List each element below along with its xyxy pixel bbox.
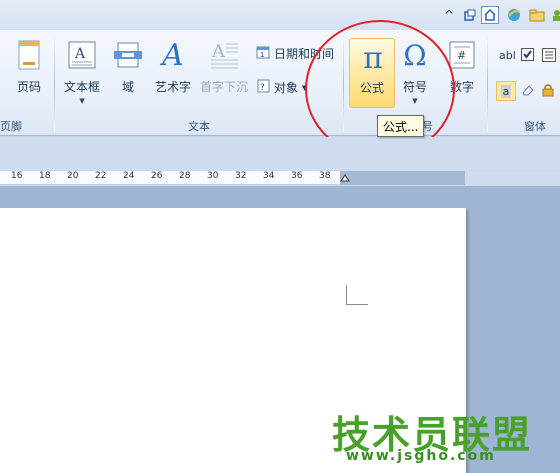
svg-text:?: ?: [260, 83, 265, 93]
watermark-url: www.jsgho.com: [346, 448, 496, 464]
field-label: 域: [121, 80, 134, 94]
ruler-tick-label: 28: [179, 171, 191, 181]
text-field-button[interactable]: abl: [499, 49, 516, 62]
dropcap-label: 首字下沉: [200, 80, 249, 94]
ruler-tick-label: 16: [11, 171, 23, 181]
svg-text:A: A: [74, 46, 86, 62]
textbox-button[interactable]: A 文本框 ▼: [64, 38, 100, 105]
footer-group-label: 页脚: [0, 120, 22, 133]
checkbox-icon: [521, 48, 534, 64]
ribbon-gap: [0, 137, 560, 170]
indent-marker-icon[interactable]: [340, 172, 350, 185]
eraser-button[interactable]: [521, 83, 535, 100]
group-separator: [54, 34, 55, 132]
dropcap-button[interactable]: A 首字下沉: [200, 38, 248, 95]
list-button[interactable]: [542, 48, 556, 65]
datetime-icon: 1: [256, 45, 270, 62]
field-icon: [111, 38, 145, 72]
page-number-label: 页码: [16, 80, 41, 94]
object-label: 对象: [274, 81, 299, 95]
ruler-tick-label: 22: [95, 171, 107, 181]
folder-icon[interactable]: [528, 6, 546, 24]
textbox-label: 文本框: [64, 80, 101, 94]
ruler-tick-label: 18: [39, 171, 51, 181]
title-bar: ^: [0, 0, 560, 30]
text-group-label: 文本: [188, 120, 210, 133]
lock-button[interactable]: [542, 83, 554, 100]
dropcap-icon: A: [207, 38, 241, 72]
svg-text:1: 1: [260, 51, 264, 59]
ruler-tick-label: 34: [263, 171, 275, 181]
wordart-label: 艺术字: [155, 80, 192, 94]
page-number-icon: [12, 38, 46, 72]
checkbox-button[interactable]: [521, 48, 534, 64]
page-number-button[interactable]: 页码: [12, 38, 46, 95]
ruler-end: [465, 171, 560, 185]
textbox-icon: A: [65, 38, 99, 72]
ruler-margin-area: [340, 171, 465, 185]
ruler-tick-label: 36: [291, 171, 303, 181]
wordart-icon: A: [162, 37, 184, 73]
home-icon[interactable]: [481, 6, 499, 24]
group-separator: [487, 34, 488, 132]
object-icon: ?: [256, 79, 270, 96]
formula-tooltip: 公式...: [377, 115, 425, 137]
wordart-button[interactable]: A 艺术字: [155, 38, 191, 95]
lock-icon: [542, 83, 554, 100]
object-button[interactable]: ? 对象 ▼: [256, 79, 307, 96]
ruler-tick-label: 32: [235, 171, 247, 181]
chevron-down-icon: ▼: [79, 97, 85, 105]
watermark-logo: 技术员联盟 www.jsgho.com: [326, 404, 556, 470]
svg-text:A: A: [211, 41, 226, 62]
ribbon: 页码 页脚 A 文本框 ▼ 域 A 艺术字 A 首字下沉 1 日期和时间 ? 对…: [0, 30, 560, 136]
form-group-label: 窗体: [524, 120, 546, 133]
eraser-icon: [521, 83, 535, 100]
person-icon[interactable]: [548, 6, 560, 24]
shading-button[interactable]: a: [496, 81, 516, 101]
ie-icon[interactable]: [505, 6, 523, 24]
text-field-icon: abl: [499, 49, 516, 62]
ruler-tick-label: 20: [67, 171, 79, 181]
field-button[interactable]: 域: [111, 38, 145, 95]
svg-text:#: #: [457, 49, 466, 62]
ruler-tick-label: 30: [207, 171, 219, 181]
up-caret-icon[interactable]: ^: [440, 6, 458, 24]
margin-corner-marker: [346, 285, 368, 305]
shaded-a-icon: a: [500, 84, 512, 98]
list-icon: [542, 48, 556, 65]
ruler-tick-label: 38: [319, 171, 331, 181]
ruler-tick-label: 24: [123, 171, 135, 181]
restore-window-icon[interactable]: [461, 6, 479, 24]
ruler-tick-label: 26: [151, 171, 163, 181]
